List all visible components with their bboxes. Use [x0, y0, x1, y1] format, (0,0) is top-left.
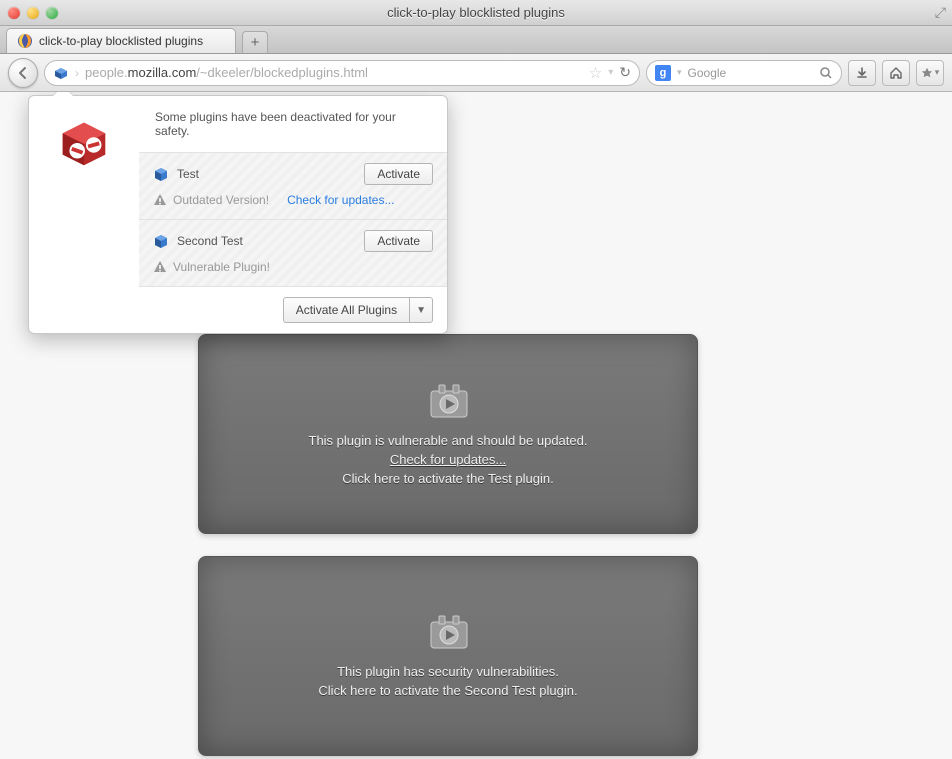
placeholder-line1: This plugin is vulnerable and should be …	[309, 433, 588, 448]
tab-title: click-to-play blocklisted plugins	[39, 34, 203, 48]
home-button[interactable]	[882, 60, 910, 86]
fullscreen-icon[interactable]: ⤢	[935, 4, 946, 21]
warning-triangle-icon	[153, 260, 167, 274]
doorhanger-arrow-icon	[53, 92, 73, 96]
search-engine-dropdown-icon[interactable]: ▾	[677, 67, 682, 78]
search-box[interactable]: g ▾ Google	[646, 60, 842, 86]
activate-button[interactable]: Activate	[364, 230, 433, 252]
placeholder-line2: Click here to activate the Test plugin.	[342, 471, 554, 486]
url-text: people.mozilla.com/~dkeeler/blockedplugi…	[85, 65, 583, 80]
activate-all-plugins-button[interactable]: Activate All Plugins	[283, 297, 409, 323]
plugin-doorhanger: Some plugins have been deactivated for y…	[28, 95, 448, 334]
back-button[interactable]	[8, 58, 38, 88]
doorhanger-footer: Activate All Plugins ▼	[139, 286, 447, 333]
placeholder-update-link[interactable]: Check for updates...	[390, 452, 506, 467]
plugin-identity-icon[interactable]	[53, 65, 69, 81]
plugin-placeholder[interactable]: This plugin has security vulnerabilities…	[198, 556, 698, 756]
reload-icon[interactable]: ↻	[619, 64, 631, 81]
window-titlebar: click-to-play blocklisted plugins ⤢	[0, 0, 952, 26]
url-bar[interactable]: › people.mozilla.com/~dkeeler/blockedplu…	[44, 60, 640, 86]
search-icon[interactable]	[819, 66, 833, 80]
firefox-favicon-icon	[17, 33, 33, 49]
plugin-name: Second Test	[177, 234, 356, 248]
placeholder-line2: Click here to activate the Second Test p…	[318, 683, 577, 698]
plugin-cube-icon	[153, 233, 169, 249]
doorhanger-content: Some plugins have been deactivated for y…	[139, 96, 447, 333]
plugin-warning-text: Outdated Version!	[173, 193, 269, 207]
doorhanger-icon-column	[29, 96, 139, 333]
placeholder-line1: This plugin has security vulnerabilities…	[337, 664, 559, 679]
check-for-updates-link[interactable]: Check for updates...	[287, 193, 394, 207]
google-engine-icon[interactable]: g	[655, 65, 671, 81]
new-tab-button[interactable]: +	[242, 31, 268, 53]
plugin-cube-icon	[153, 166, 169, 182]
doorhanger-header: Some plugins have been deactivated for y…	[139, 96, 447, 152]
doorhanger-plugin-item: Test Activate Outdated Version! Check fo…	[139, 152, 447, 219]
window-title: click-to-play blocklisted plugins	[0, 5, 952, 20]
plugin-placeholder[interactable]: This plugin is vulnerable and should be …	[198, 334, 698, 534]
blocked-plugin-icon	[53, 112, 115, 174]
doorhanger-plugin-item: Second Test Activate Vulnerable Plugin!	[139, 219, 447, 286]
navigation-toolbar: › people.mozilla.com/~dkeeler/blockedplu…	[0, 54, 952, 92]
plugin-play-icon	[427, 383, 469, 419]
downloads-button[interactable]	[848, 60, 876, 86]
warning-triangle-icon	[153, 193, 167, 207]
search-placeholder: Google	[688, 66, 813, 80]
bookmarks-menu-button[interactable]: ▾	[916, 60, 944, 86]
content-area: Some plugins have been deactivated for y…	[0, 92, 952, 759]
browser-tab[interactable]: click-to-play blocklisted plugins	[6, 28, 236, 53]
plugin-warning-text: Vulnerable Plugin!	[173, 260, 270, 274]
forward-chevron-icon: ›	[75, 66, 79, 80]
plugin-play-icon	[427, 614, 469, 650]
plugin-name: Test	[177, 167, 356, 181]
bookmark-star-icon[interactable]: ☆	[589, 64, 602, 82]
tab-strip: click-to-play blocklisted plugins +	[0, 26, 952, 54]
activate-all-dropdown-button[interactable]: ▼	[409, 297, 433, 323]
activate-button[interactable]: Activate	[364, 163, 433, 185]
urlbar-dropdown-icon[interactable]: ▾	[608, 67, 613, 78]
